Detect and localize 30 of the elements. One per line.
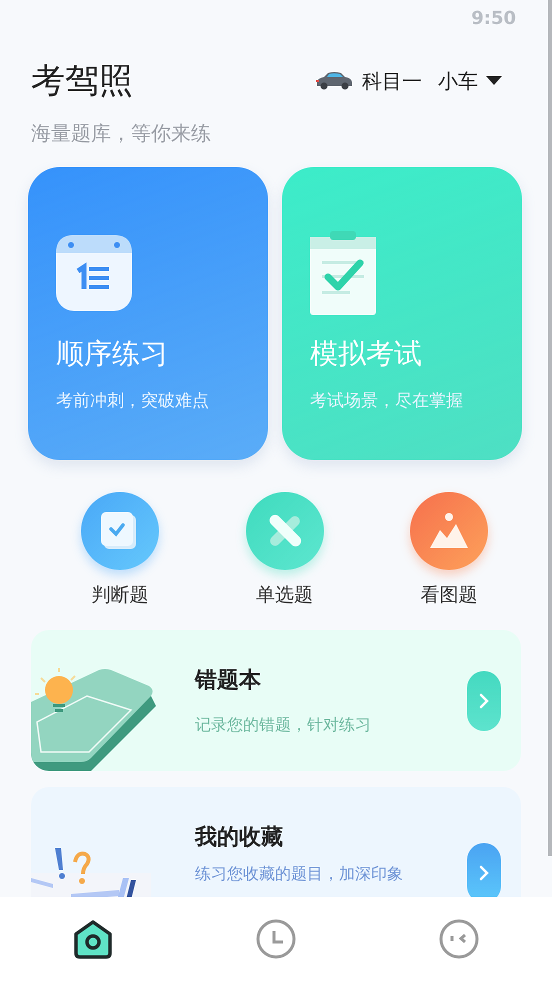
category-label: 单选题 <box>256 583 313 608</box>
caret-icon <box>486 76 502 86</box>
list-card-title: 我的收藏 <box>195 824 284 852</box>
card-title: 顺序练习 <box>56 336 168 372</box>
chevron-right-icon <box>479 864 489 880</box>
list-card-subtitle: 记录您的错题，针对练习 <box>195 715 372 736</box>
list-card-title: 错题本 <box>195 667 262 695</box>
arrow-button[interactable] <box>467 842 501 897</box>
status-time: 9:50 <box>471 8 516 28</box>
list-card-subtitle: 练习您收藏的题目，加深印象 <box>195 864 404 885</box>
list-card[interactable]: 我的收藏 练习您收藏的题目，加深印象 <box>31 787 521 897</box>
category-label: 看图题 <box>420 583 478 608</box>
arrow-button[interactable] <box>467 670 501 730</box>
category-button[interactable] <box>246 492 324 570</box>
card-title: 模拟考试 <box>310 336 422 372</box>
card-subtitle: 考前冲刺，突破难点 <box>56 390 209 412</box>
category-label: 判断题 <box>92 583 148 608</box>
category-button[interactable] <box>81 492 159 570</box>
category-button[interactable] <box>410 492 488 570</box>
image-icon <box>430 512 468 550</box>
car-icon <box>314 71 354 91</box>
numbered-list-icon <box>56 235 132 311</box>
chevron-right-icon <box>479 692 489 708</box>
check-card-icon <box>101 512 139 550</box>
app-subtitle: 海量题库，等你来练 <box>30 120 212 147</box>
clipboard-check-icon <box>310 229 376 315</box>
subject-selector[interactable]: 科目一 小车 <box>314 68 524 94</box>
card-subtitle: 考试场景，尽在掌握 <box>310 390 463 412</box>
list-card[interactable]: 错题本 记录您的错题，针对练习 <box>31 630 521 771</box>
app-title: 考驾照 <box>31 60 133 103</box>
